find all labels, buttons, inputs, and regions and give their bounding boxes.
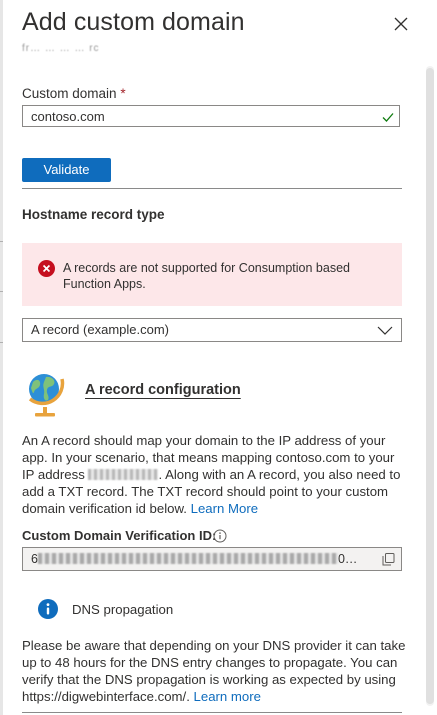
error-icon (38, 260, 55, 277)
verification-id-value: 6 0… (31, 552, 357, 566)
validate-button[interactable]: Validate (22, 158, 111, 182)
verification-id-label: Custom Domain Verification ID: (22, 528, 217, 543)
redacted-ip-address (88, 469, 159, 480)
panel-scrollbar[interactable] (426, 66, 434, 706)
hostname-record-type-heading: Hostname record type (22, 207, 165, 222)
globe-icon (28, 374, 65, 417)
close-icon[interactable] (389, 12, 413, 36)
info-icon[interactable] (213, 529, 227, 543)
copy-icon[interactable] (382, 553, 395, 566)
custom-domain-input[interactable]: contoso.com (22, 105, 400, 127)
chevron-down-icon[interactable] (377, 324, 393, 336)
a-record-description: An A record should map your domain to th… (22, 432, 406, 517)
verification-id-field[interactable]: 6 0… (22, 547, 402, 571)
page-left-edge (0, 0, 3, 715)
panel-title: Add custom domain (22, 8, 245, 36)
learn-more-link[interactable]: Learn more (194, 689, 261, 704)
scrollbar-thumb[interactable] (426, 68, 434, 704)
checkmark-icon (382, 113, 394, 122)
left-edge-tick (0, 291, 3, 292)
a-record-config-heading: A record configuration (85, 382, 241, 398)
dns-propagation-description: Please be aware that depending on your D… (22, 637, 406, 705)
hostname-record-type-dropdown[interactable]: A record (example.com) (22, 318, 402, 342)
custom-domain-label: Custom domain * (22, 86, 126, 101)
error-message-text: A records are not supported for Consumpt… (63, 261, 350, 291)
custom-domain-label-text: Custom domain (22, 86, 117, 101)
custom-domain-value[interactable]: contoso.com (31, 109, 105, 124)
panel-subtitle: fr… … … … rc (22, 43, 100, 54)
section-divider (22, 712, 402, 713)
left-edge-tick (0, 241, 3, 242)
learn-more-link[interactable]: Learn More (191, 501, 258, 516)
redacted-verification-id (37, 553, 338, 564)
verification-id-suffix: 0… (337, 552, 358, 566)
dns-propagation-title: DNS propagation (72, 602, 174, 617)
dropdown-selected-value[interactable]: A record (example.com) (31, 322, 169, 337)
info-icon (38, 599, 58, 619)
section-divider (22, 188, 402, 189)
left-edge-tick (0, 342, 3, 343)
error-message-bar: A records are not supported for Consumpt… (22, 243, 402, 306)
required-asterisk: * (120, 86, 126, 101)
verification-id-prefix: 6 (31, 552, 38, 566)
